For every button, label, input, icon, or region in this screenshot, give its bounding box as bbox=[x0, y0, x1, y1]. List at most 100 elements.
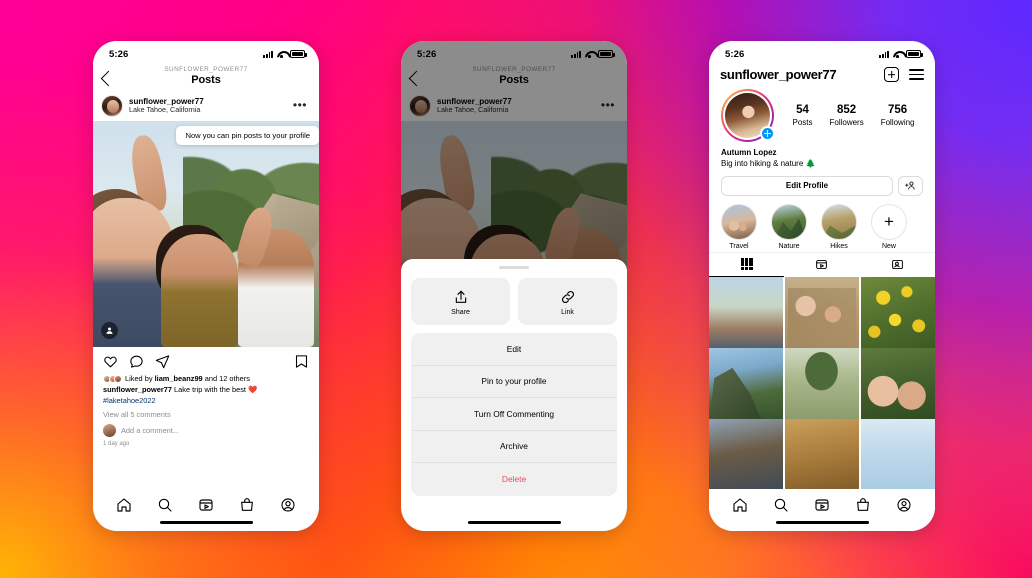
cellular-signal-icon bbox=[879, 50, 889, 58]
grid-photo[interactable] bbox=[784, 276, 860, 351]
post-author-row[interactable]: sunflower_power77 Lake Tahoe, California… bbox=[93, 91, 319, 121]
add-person-icon[interactable] bbox=[898, 175, 923, 196]
likes-username[interactable]: liam_beanz99 bbox=[155, 374, 203, 383]
stat-following[interactable]: 756 Following bbox=[881, 104, 915, 127]
sheet-option-turn-off-commenting[interactable]: Turn Off Commenting bbox=[411, 398, 617, 431]
profile-stats-row: 54 Posts 852 Followers 756 Following bbox=[709, 84, 935, 144]
sheet-options-list: Edit Pin to your profile Turn Off Commen… bbox=[411, 333, 617, 496]
reels-icon[interactable] bbox=[814, 497, 830, 513]
caption-username[interactable]: sunflower_power77 bbox=[103, 385, 172, 394]
wifi-icon bbox=[893, 50, 903, 58]
phone-3-profile-view: 5:26 sunflower_power77 54 Posts 852 Foll… bbox=[709, 41, 935, 531]
likes-prefix: Liked by bbox=[125, 374, 155, 383]
person-tag-icon[interactable] bbox=[101, 322, 118, 339]
comment-icon[interactable] bbox=[129, 354, 144, 369]
grid-photo[interactable] bbox=[709, 276, 784, 351]
profile-icon[interactable] bbox=[280, 497, 296, 513]
view-all-comments-link[interactable]: View all 5 comments bbox=[93, 406, 319, 419]
stat-followers-value: 852 bbox=[837, 104, 857, 117]
home-icon[interactable] bbox=[732, 497, 748, 513]
sheet-option-archive[interactable]: Archive bbox=[411, 431, 617, 463]
caption-hashtag[interactable]: #laketahoe2022 bbox=[103, 396, 156, 405]
phone1-nav-bar: SUNFLOWER_POWER77 Posts bbox=[93, 63, 319, 91]
likes-row: Liked by liam_beanz99 and 12 others bbox=[93, 371, 319, 383]
post-options-sheet: Share Link Edit Pin to your profile Turn… bbox=[401, 259, 627, 531]
home-indicator bbox=[93, 517, 319, 531]
photo-person2 bbox=[160, 234, 238, 347]
drag-handle[interactable] bbox=[411, 259, 617, 278]
search-icon[interactable] bbox=[157, 497, 173, 513]
shop-icon[interactable] bbox=[855, 497, 871, 513]
heart-icon[interactable] bbox=[103, 354, 118, 369]
likes-suffix: and 12 others bbox=[202, 374, 250, 383]
more-options-icon[interactable]: ••• bbox=[293, 99, 310, 111]
avatar[interactable] bbox=[721, 89, 775, 142]
post-photo[interactable]: Now you can pin posts to your profile bbox=[93, 121, 319, 347]
shop-icon[interactable] bbox=[239, 497, 255, 513]
grid-photo[interactable] bbox=[709, 347, 784, 423]
add-post-icon[interactable] bbox=[884, 67, 899, 82]
highlight-hikes[interactable]: Hikes bbox=[821, 203, 857, 250]
home-icon[interactable] bbox=[116, 497, 132, 513]
sheet-option-delete[interactable]: Delete bbox=[411, 463, 617, 496]
highlight-travel[interactable]: Travel bbox=[721, 203, 757, 250]
link-icon bbox=[561, 290, 574, 304]
stat-posts-value: 54 bbox=[796, 104, 809, 117]
tab-grid[interactable] bbox=[709, 253, 785, 277]
wifi-icon bbox=[277, 50, 287, 58]
reels-icon[interactable] bbox=[198, 497, 214, 513]
link-tile-label: Link bbox=[561, 309, 574, 316]
sheet-option-edit[interactable]: Edit bbox=[411, 333, 617, 366]
phone1-tab-bar bbox=[93, 489, 319, 517]
share-tile-button[interactable]: Share bbox=[411, 278, 510, 325]
grid-photo[interactable] bbox=[709, 418, 784, 489]
edit-profile-button[interactable]: Edit Profile bbox=[721, 175, 893, 196]
avatar[interactable] bbox=[101, 95, 123, 117]
post-author-text: sunflower_power77 Lake Tahoe, California bbox=[129, 97, 204, 114]
post-location[interactable]: Lake Tahoe, California bbox=[129, 106, 204, 115]
sheet-option-pin-to-profile[interactable]: Pin to your profile bbox=[411, 366, 617, 398]
pin-posts-tooltip[interactable]: Now you can pin posts to your profile bbox=[176, 126, 319, 145]
tab-reels[interactable] bbox=[784, 253, 859, 277]
add-story-plus-icon[interactable] bbox=[760, 126, 775, 141]
profile-bio-line: Big into hiking & nature 🌲 bbox=[721, 158, 816, 168]
page-title: Posts bbox=[191, 74, 221, 86]
add-comment-row[interactable]: Add a comment... bbox=[93, 419, 319, 438]
hamburger-menu-icon[interactable] bbox=[909, 69, 924, 80]
grid-photo[interactable] bbox=[860, 347, 935, 423]
stat-posts[interactable]: 54 Posts bbox=[792, 104, 812, 127]
stat-followers-label: Followers bbox=[829, 117, 864, 127]
bookmark-icon[interactable] bbox=[294, 354, 309, 369]
profile-tab-strip bbox=[709, 251, 935, 277]
likes-text[interactable]: Liked by liam_beanz99 and 12 others bbox=[125, 374, 250, 383]
add-comment-input[interactable]: Add a comment... bbox=[121, 426, 179, 435]
status-icons bbox=[879, 50, 923, 58]
stat-followers[interactable]: 852 Followers bbox=[829, 104, 863, 127]
profile-header-actions bbox=[884, 67, 924, 82]
grid-photo[interactable] bbox=[784, 418, 860, 489]
nav-subtitle: SUNFLOWER_POWER77 bbox=[164, 66, 248, 73]
profile-username[interactable]: sunflower_power77 bbox=[720, 67, 837, 82]
phone1-status-bar: 5:26 bbox=[93, 41, 319, 63]
grid-photo[interactable] bbox=[860, 418, 935, 489]
highlight-nature[interactable]: Nature bbox=[771, 203, 807, 250]
highlight-label: Hikes bbox=[830, 242, 848, 250]
cellular-signal-icon bbox=[263, 50, 273, 58]
profile-icon[interactable] bbox=[896, 497, 912, 513]
story-highlights: Travel Nature Hikes + New bbox=[709, 196, 935, 252]
highlight-cover bbox=[721, 203, 757, 240]
grid-photo[interactable] bbox=[860, 276, 935, 351]
home-indicator bbox=[411, 517, 617, 531]
profile-header: sunflower_power77 bbox=[709, 63, 935, 84]
profile-display-name: Autumn Lopez bbox=[721, 148, 777, 157]
reels-icon bbox=[816, 259, 828, 269]
highlight-new[interactable]: + New bbox=[871, 203, 907, 250]
share-icon[interactable] bbox=[155, 354, 170, 369]
link-tile-button[interactable]: Link bbox=[518, 278, 617, 325]
grid-photo[interactable] bbox=[784, 347, 860, 423]
tab-tagged[interactable] bbox=[860, 253, 935, 277]
status-icons bbox=[263, 50, 307, 58]
profile-bio: Autumn Lopez Big into hiking & nature 🌲 bbox=[709, 144, 935, 170]
phone-2-action-sheet: 5:26 SUNFLOWER_POWER77 Posts sunflower_p… bbox=[401, 41, 627, 531]
search-icon[interactable] bbox=[773, 497, 789, 513]
